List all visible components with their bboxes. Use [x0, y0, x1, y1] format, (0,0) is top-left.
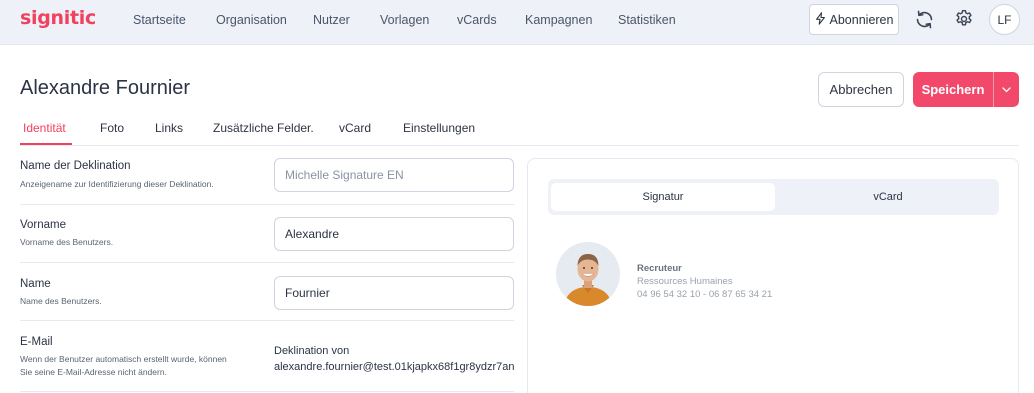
- tab-einstellungen[interactable]: Einstellungen: [403, 121, 475, 135]
- tab-vcard[interactable]: vCard: [339, 121, 371, 135]
- lastname-label: Name: [20, 278, 51, 290]
- nav-item-organisation[interactable]: Organisation: [216, 13, 287, 27]
- firstname-input[interactable]: [274, 217, 514, 251]
- cancel-button[interactable]: Abbrechen: [818, 72, 904, 107]
- email-description-line1: Wenn der Benutzer automatisch erstellt w…: [20, 354, 227, 364]
- signature-photo: [556, 242, 620, 306]
- save-label: Speichern: [921, 82, 985, 97]
- tab-links[interactable]: Links: [155, 121, 183, 135]
- row-divider: [20, 320, 514, 321]
- email-label: E-Mail: [20, 336, 53, 348]
- lastname-description: Name des Benutzers.: [20, 296, 102, 306]
- nav-item-startseite[interactable]: Startseite: [133, 13, 186, 27]
- email-address-value: alexandre.fournier@test.01kjapkx68f1gr8y…: [274, 361, 514, 373]
- row-divider: [20, 262, 514, 263]
- user-avatar[interactable]: LF: [989, 4, 1020, 35]
- firstname-label: Vorname: [20, 219, 67, 231]
- top-navigation-bar: signitic Startseite Organisation Nutzer …: [0, 0, 1034, 45]
- signitic-logo[interactable]: signitic: [20, 7, 96, 29]
- subscribe-button[interactable]: Abonnieren: [809, 4, 899, 35]
- declination-input[interactable]: [274, 158, 514, 192]
- tabs-divider: [20, 145, 1019, 146]
- email-declination-label: Deklination von: [274, 345, 350, 357]
- declination-label: Name der Deklination: [20, 160, 131, 172]
- page-title: Alexandre Fournier: [20, 77, 191, 99]
- signature-role: Recruteur: [637, 263, 682, 274]
- segment-signatur[interactable]: Signatur: [551, 183, 775, 211]
- tab-foto[interactable]: Foto: [100, 121, 124, 135]
- signature-phone: 04 96 54 32 10 - 06 87 65 34 21: [637, 289, 773, 300]
- sync-icon[interactable]: [912, 7, 936, 31]
- firstname-description: Vorname des Benutzers.: [20, 237, 114, 247]
- chevron-down-icon[interactable]: [994, 86, 1019, 93]
- lastname-input[interactable]: [274, 276, 514, 310]
- nav-item-vcards[interactable]: vCards: [457, 13, 497, 27]
- segment-vcard[interactable]: vCard: [776, 183, 1000, 211]
- active-tab-indicator: [20, 143, 72, 145]
- subscribe-label: Abonnieren: [829, 12, 894, 27]
- row-divider: [20, 391, 514, 392]
- lightning-icon: [815, 11, 826, 28]
- tab-zusaetzliche-felder[interactable]: Zusätzliche Felder.: [213, 121, 314, 135]
- nav-item-kampagnen[interactable]: Kampagnen: [525, 13, 592, 27]
- gear-icon[interactable]: [952, 7, 976, 31]
- nav-item-vorlagen[interactable]: Vorlagen: [380, 13, 429, 27]
- nav-item-statistiken[interactable]: Statistiken: [618, 13, 676, 27]
- signature-department: Ressources Humaines: [637, 276, 733, 287]
- declination-description: Anzeigename zur Identifizierung dieser D…: [20, 179, 214, 189]
- save-button[interactable]: Speichern: [913, 72, 1019, 107]
- nav-item-nutzer[interactable]: Nutzer: [313, 13, 350, 27]
- tab-identitaet[interactable]: Identität: [23, 121, 66, 135]
- row-divider: [20, 204, 514, 205]
- email-description-line2: Sie seine E-Mail-Adresse nicht ändern.: [20, 367, 167, 377]
